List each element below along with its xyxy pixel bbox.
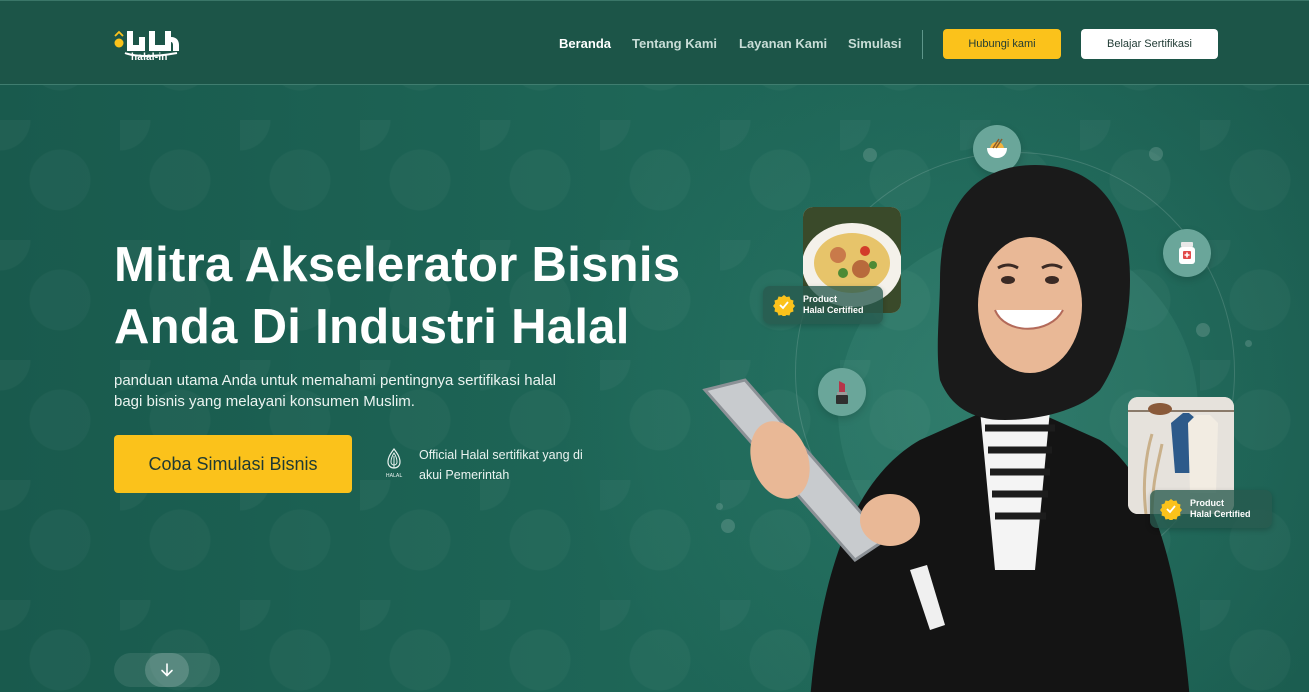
official-logo-text: HALAL xyxy=(386,473,403,479)
hero-subtitle: panduan utama Anda untuk memahami pentin… xyxy=(114,370,614,412)
food-halal-badge: Product Halal Certified xyxy=(763,286,883,324)
food-badge-line-1: Product xyxy=(803,294,838,304)
simulation-cta-button[interactable]: Coba Simulasi Bisnis xyxy=(114,435,352,493)
site-header: halal-in Beranda Tentang Kami Layanan Ka… xyxy=(0,0,1309,85)
page: halal-in Beranda Tentang Kami Layanan Ka… xyxy=(0,0,1309,692)
clothing-halal-badge: Product Halal Certified xyxy=(1150,490,1272,528)
learn-certification-button[interactable]: Belajar Sertifikasi xyxy=(1081,29,1218,59)
official-text-line-2: akui Pemerintah xyxy=(419,468,510,482)
logo-text: halal-in xyxy=(131,52,168,63)
clothing-badge-line-2: Halal Certified xyxy=(1190,509,1251,519)
scroll-down-button[interactable] xyxy=(145,653,189,687)
nav-beranda[interactable]: Beranda xyxy=(559,36,611,54)
official-text-line-1: Official Halal sertifikat yang di xyxy=(419,448,583,462)
certified-check-icon xyxy=(1160,499,1182,520)
food-badge-line-2: Halal Certified xyxy=(803,305,864,315)
decorative-dot xyxy=(1149,147,1163,161)
official-halal-text: Official Halal sertifikat yang di akui P… xyxy=(419,445,619,485)
nav-simulasi[interactable]: Simulasi xyxy=(848,36,901,54)
halal-indonesia-logo-icon: HALAL xyxy=(386,448,403,479)
nav-divider xyxy=(922,30,923,59)
hero-title: Mitra Akselerator Bisnis Anda Di Industr… xyxy=(114,234,754,358)
certified-check-icon xyxy=(773,295,795,316)
arrow-down-icon xyxy=(161,663,173,677)
nav-layanan-kami[interactable]: Layanan Kami xyxy=(739,36,827,54)
hero-title-line-1: Mitra Akselerator Bisnis xyxy=(114,238,681,292)
hero-title-line-2: Anda Di Industri Halal xyxy=(114,300,630,354)
contact-button[interactable]: Hubungi kami xyxy=(943,29,1061,59)
hero-subtitle-line-2: bagi bisnis yang melayani konsumen Musli… xyxy=(114,393,415,410)
food-badge-text: Product Halal Certified xyxy=(803,294,864,316)
clothing-badge-text: Product Halal Certified xyxy=(1190,498,1251,520)
nav-tentang-kami[interactable]: Tentang Kami xyxy=(632,36,717,54)
hero-subtitle-line-1: panduan utama Anda untuk memahami pentin… xyxy=(114,372,556,389)
clothing-badge-line-1: Product xyxy=(1190,498,1225,508)
